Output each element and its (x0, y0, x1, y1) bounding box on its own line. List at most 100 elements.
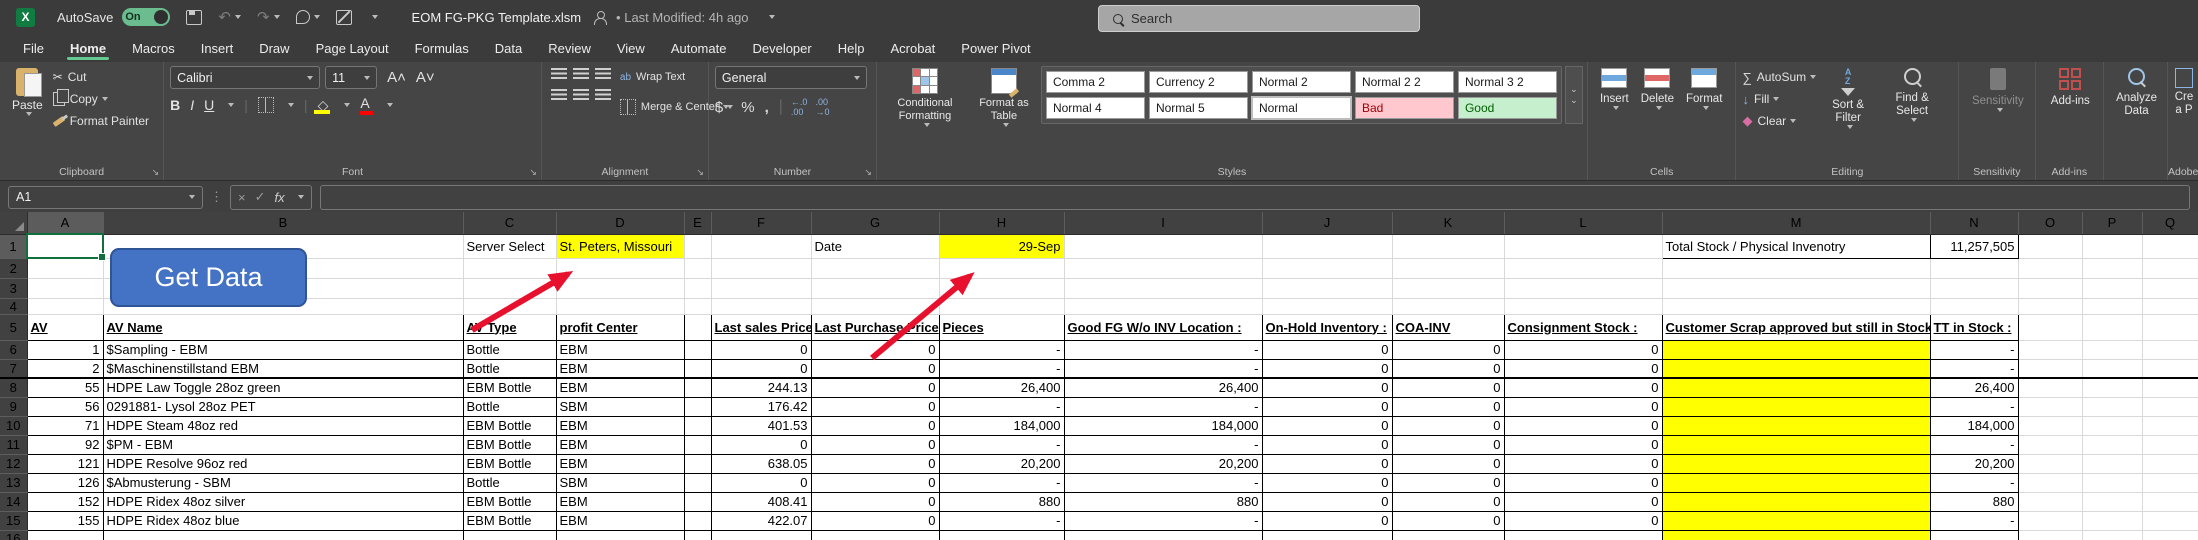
cell-M8[interactable] (1662, 378, 1930, 397)
sort-filter-button[interactable]: AZ Sort & Filter (1816, 66, 1880, 132)
row-header-6[interactable]: 6 (0, 340, 27, 359)
cell-B10[interactable]: HDPE Steam 48oz red (103, 416, 463, 435)
cell-F14[interactable]: 408.41 (711, 492, 811, 511)
sensitivity-button[interactable]: Sensitivity (1965, 66, 2030, 114)
copy-button[interactable]: Copy (53, 88, 149, 110)
cell-I5[interactable]: Good FG W/o INV Location : (1064, 314, 1262, 340)
cell-C9[interactable]: Bottle (463, 397, 556, 416)
comma-format-button[interactable]: , (765, 99, 769, 116)
cell-K1[interactable] (1392, 234, 1504, 258)
cell-Q14[interactable] (2142, 492, 2198, 511)
cell-Q16[interactable] (2142, 530, 2198, 540)
analyze-data-button[interactable]: Analyze Data (2110, 66, 2163, 120)
cell-F2[interactable] (711, 258, 811, 278)
col-header-C[interactable]: C (463, 212, 556, 234)
borders-button[interactable] (258, 97, 274, 113)
cell-L14[interactable]: 0 (1504, 492, 1662, 511)
cell-O15[interactable] (2018, 511, 2082, 530)
cell-O14[interactable] (2018, 492, 2082, 511)
cell-B5[interactable]: AV Name (103, 314, 463, 340)
row-header-12[interactable]: 12 (0, 454, 27, 473)
cell-F8[interactable]: 244.13 (711, 378, 811, 397)
last-modified[interactable]: • Last Modified: 4h ago (616, 10, 748, 25)
cell-N4[interactable] (1930, 298, 2018, 314)
cell-Q13[interactable] (2142, 473, 2198, 492)
cell-E7[interactable] (684, 359, 711, 378)
cell-M15[interactable] (1662, 511, 1930, 530)
quick-access-overflow-icon[interactable] (368, 15, 378, 19)
cell-B8[interactable]: HDPE Law Toggle 28oz green (103, 378, 463, 397)
col-header-J[interactable]: J (1262, 212, 1392, 234)
cell-Q7[interactable] (2142, 359, 2198, 378)
cell-D4[interactable] (556, 298, 684, 314)
cell-O12[interactable] (2018, 454, 2082, 473)
increase-decimal-icon[interactable]: ←.0.00 (791, 97, 808, 117)
cell-N10[interactable]: 184,000 (1930, 416, 2018, 435)
col-header-H[interactable]: H (939, 212, 1064, 234)
cell-M16[interactable] (1662, 530, 1930, 540)
cell-C16[interactable] (463, 530, 556, 540)
horizontal-align-buttons[interactable] (548, 87, 614, 102)
cell-O9[interactable] (2018, 397, 2082, 416)
style-chip-normal-3-2[interactable]: Normal 3 2 (1458, 71, 1557, 93)
cell-M3[interactable] (1662, 278, 1930, 298)
cell-F11[interactable]: 0 (711, 435, 811, 454)
row-header-3[interactable]: 3 (0, 278, 27, 298)
cell-G9[interactable]: 0 (811, 397, 939, 416)
addins-button[interactable]: Add-ins (2042, 66, 2100, 110)
cell-L10[interactable]: 0 (1504, 416, 1662, 435)
cell-F15[interactable]: 422.07 (711, 511, 811, 530)
cell-E3[interactable] (684, 278, 711, 298)
col-header-N[interactable]: N (1930, 212, 2018, 234)
cell-H10[interactable]: 184,000 (939, 416, 1064, 435)
cell-P9[interactable] (2082, 397, 2142, 416)
cell-Q4[interactable] (2142, 298, 2198, 314)
cell-P7[interactable] (2082, 359, 2142, 378)
font-color-button[interactable]: A (360, 95, 373, 115)
cell-I8[interactable]: 26,400 (1064, 378, 1262, 397)
font-size-select[interactable]: 11 (325, 66, 377, 89)
cell-H2[interactable] (939, 258, 1064, 278)
row-header-7[interactable]: 7 (0, 359, 27, 378)
cell-Q3[interactable] (2142, 278, 2198, 298)
cell-B11[interactable]: $PM - EBM (103, 435, 463, 454)
cell-L4[interactable] (1504, 298, 1662, 314)
autosum-button[interactable]: ∑AutoSum (1742, 66, 1816, 88)
cell-P6[interactable] (2082, 340, 2142, 359)
cell-B16[interactable] (103, 530, 463, 540)
cell-N2[interactable] (1930, 258, 2018, 278)
cell-D10[interactable]: EBM (556, 416, 684, 435)
col-header-F[interactable]: F (711, 212, 811, 234)
cell-E8[interactable] (684, 378, 711, 397)
row-header-15[interactable]: 15 (0, 511, 27, 530)
cell-O6[interactable] (2018, 340, 2082, 359)
cell-J9[interactable]: 0 (1262, 397, 1392, 416)
fx-chevron-icon[interactable] (298, 195, 304, 199)
number-dialog-launcher-icon[interactable]: ↘ (864, 167, 872, 178)
cell-J16[interactable] (1262, 530, 1392, 540)
cell-N1[interactable]: 11,257,505 (1930, 234, 2018, 258)
cell-N5[interactable]: TT in Stock : (1930, 314, 2018, 340)
cell-L12[interactable]: 0 (1504, 454, 1662, 473)
cell-D9[interactable]: SBM (556, 397, 684, 416)
cell-K8[interactable]: 0 (1392, 378, 1504, 397)
cell-M1[interactable]: Total Stock / Physical Invenotry (1662, 234, 1930, 258)
row-header-5[interactable]: 5 (0, 314, 27, 340)
cell-G4[interactable] (811, 298, 939, 314)
cell-E6[interactable] (684, 340, 711, 359)
cell-C1[interactable]: Server Select (463, 234, 556, 258)
cell-I1[interactable] (1064, 234, 1262, 258)
col-header-I[interactable]: I (1064, 212, 1262, 234)
cell-O1[interactable] (2018, 234, 2082, 258)
cell-L16[interactable] (1504, 530, 1662, 540)
cell-H14[interactable]: 880 (939, 492, 1064, 511)
bold-button[interactable]: B (170, 97, 180, 113)
search-input[interactable]: Search (1098, 5, 1420, 32)
row-header-11[interactable]: 11 (0, 435, 27, 454)
cell-M9[interactable] (1662, 397, 1930, 416)
cell-M10[interactable] (1662, 416, 1930, 435)
cell-P13[interactable] (2082, 473, 2142, 492)
cell-H1[interactable]: 29-Sep (939, 234, 1064, 258)
cell-P14[interactable] (2082, 492, 2142, 511)
cell-G10[interactable]: 0 (811, 416, 939, 435)
